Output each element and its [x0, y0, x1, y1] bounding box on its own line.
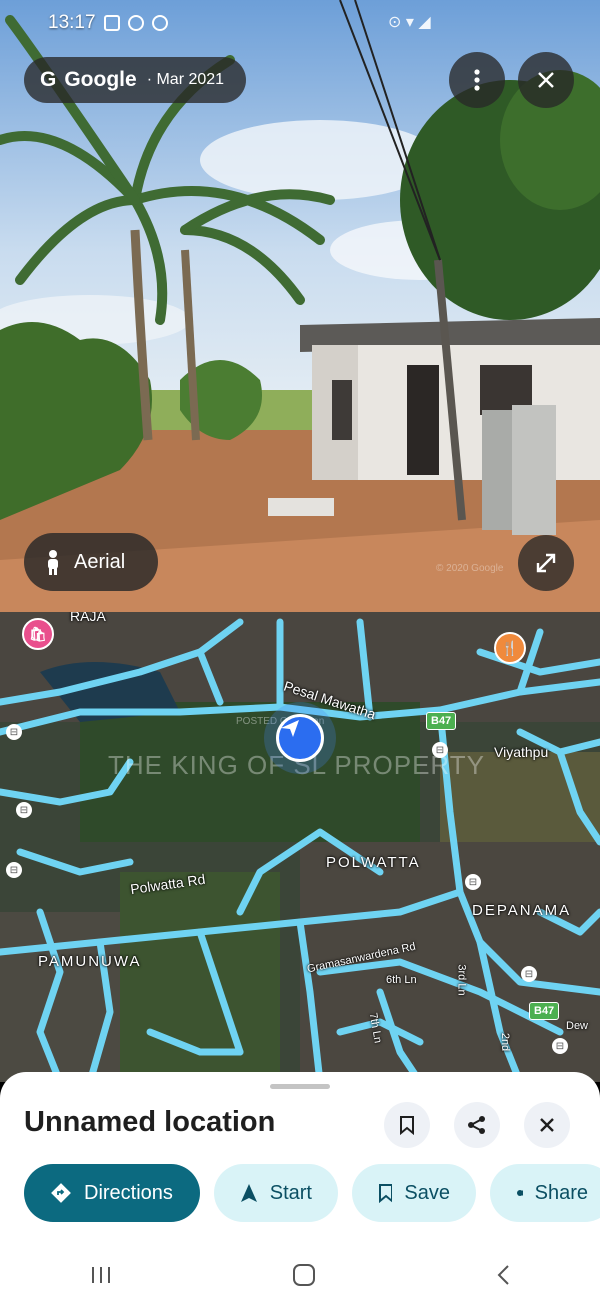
more-vert-icon: [474, 69, 480, 91]
whatsapp-icon: [127, 15, 144, 31]
home-icon[interactable]: [292, 1263, 316, 1287]
place-bottom-sheet[interactable]: Unnamed location Directions Start Save S…: [0, 1072, 600, 1300]
google-g-icon: G: [40, 68, 57, 91]
share-icon-button[interactable]: [454, 1102, 500, 1148]
bus-stop-icon[interactable]: ⊟: [552, 1038, 568, 1054]
bus-stop-icon[interactable]: ⊟: [16, 802, 32, 818]
more-options-button[interactable]: [449, 52, 505, 108]
facebook-icon: [151, 15, 168, 31]
map-label-area: DEPANAMA: [472, 902, 572, 919]
place-title: Unnamed location: [24, 1106, 276, 1138]
status-time: 13:17: [48, 12, 96, 33]
directions-label: Directions: [84, 1181, 173, 1204]
bus-stop-icon[interactable]: ⊟: [521, 966, 537, 982]
save-label: Save: [404, 1181, 450, 1204]
close-sheet-button[interactable]: [524, 1102, 570, 1148]
start-button[interactable]: Start: [214, 1164, 338, 1222]
status-right-icons: ⊙ ▾ ◢: [388, 14, 431, 31]
route-shield: B47: [426, 712, 457, 730]
map-label-road: 2nd: [499, 1032, 512, 1052]
map-label-road: 6th Ln: [386, 974, 417, 986]
street-view-panel[interactable]: 13:17 ⊙ ▾ ◢ G Google · Mar 2021 Aerial ©…: [0, 0, 600, 612]
save-button[interactable]: Save: [352, 1164, 476, 1222]
street-view-copyright: © 2020 Google: [436, 563, 504, 574]
bus-stop-icon[interactable]: ⊟: [465, 874, 481, 890]
bookmark-icon: [379, 1184, 393, 1203]
imagery-source-chip[interactable]: G Google · Mar 2021: [24, 57, 246, 103]
navigation-arrow-icon: [281, 720, 299, 737]
aerial-button[interactable]: Aerial: [24, 533, 158, 591]
map-label-top: RAJA: [70, 612, 106, 624]
expand-icon: [536, 553, 556, 573]
expand-button[interactable]: [518, 535, 574, 591]
share-icon: [468, 1116, 485, 1134]
back-icon[interactable]: [496, 1264, 510, 1286]
close-icon: [538, 72, 554, 88]
share-icon: [517, 1190, 523, 1196]
app-root: 13:17 ⊙ ▾ ◢ G Google · Mar 2021 Aerial ©…: [0, 0, 600, 1300]
drag-handle[interactable]: [270, 1084, 330, 1089]
imagery-date: · Mar 2021: [146, 71, 225, 88]
bookmark-icon: [400, 1116, 414, 1135]
start-label: Start: [269, 1181, 312, 1204]
bus-stop-icon[interactable]: ⊟: [6, 862, 22, 878]
map-label-road: Viyathpu: [494, 744, 549, 760]
bus-stop-icon[interactable]: ⊟: [6, 724, 22, 740]
imagery-provider: Google: [64, 68, 137, 91]
share-button[interactable]: Share: [490, 1164, 600, 1222]
map-label-area: POLWATTA: [326, 854, 421, 871]
close-street-view-button[interactable]: [518, 52, 574, 108]
recent-apps-icon[interactable]: [90, 1265, 112, 1285]
pegman-icon: [48, 550, 58, 575]
directions-icon: [51, 1183, 71, 1203]
aerial-label: Aerial: [74, 550, 126, 573]
directions-button[interactable]: Directions: [24, 1164, 200, 1222]
action-row: Directions Start Save Share: [24, 1164, 600, 1222]
location-marker[interactable]: [276, 714, 324, 762]
share-label: Share: [534, 1181, 588, 1204]
map-label-road: Dew: [566, 1020, 589, 1032]
gallery-icon: [103, 15, 120, 31]
map-label-road: 3rd Ln: [455, 964, 468, 996]
navigation-icon: [241, 1184, 257, 1202]
close-icon: [540, 1118, 554, 1132]
shopping-pin-icon[interactable]: 🛍: [22, 618, 54, 650]
map-view[interactable]: 🛍 🍴 ⊟ ⊟ ⊟ ⊟ ⊟ ⊟ ⊟ B47 B47 RAJA Pesal Maw…: [0, 612, 600, 1082]
save-icon-button[interactable]: [384, 1102, 430, 1148]
restaurant-pin-icon[interactable]: 🍴: [494, 632, 526, 664]
route-shield: B47: [529, 1002, 560, 1020]
map-label-area: PAMUNUWA: [38, 953, 142, 970]
system-nav-bar: [0, 1250, 600, 1300]
status-bar: 13:17: [48, 12, 168, 34]
